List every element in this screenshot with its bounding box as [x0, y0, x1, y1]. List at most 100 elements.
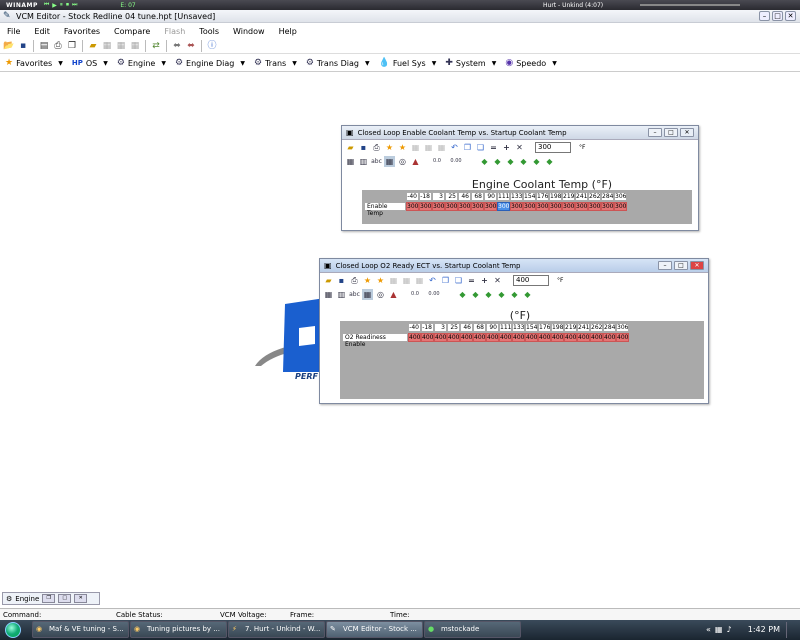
interpolate-v-icon[interactable]: ◆ — [483, 289, 494, 300]
menu-flash[interactable]: Flash — [157, 27, 192, 36]
table2-cell[interactable]: 400 — [486, 333, 499, 342]
mdi-engine-tab[interactable]: ⚙ Engine ❐ □ ✕ — [2, 592, 100, 605]
start-button[interactable] — [0, 620, 26, 640]
print-icon[interactable]: ⎙ — [349, 275, 360, 286]
table2-cell[interactable]: 400 — [603, 333, 616, 342]
open-icon[interactable]: ▰ — [345, 142, 356, 153]
save-icon[interactable]: ▪ — [358, 142, 369, 153]
interpolate-h-icon[interactable]: ◆ — [492, 156, 503, 167]
grid-icon[interactable]: ▦ — [101, 40, 113, 52]
grid-icon[interactable]: ▦ — [388, 275, 399, 286]
table2-cell[interactable]: 400 — [538, 333, 551, 342]
copy-icon[interactable]: ❐ — [462, 142, 473, 153]
table1-value-input[interactable]: 300 — [535, 141, 571, 153]
equals-icon[interactable]: = — [466, 275, 477, 286]
winamp-pause-icon[interactable]: ⏸ — [60, 1, 63, 9]
select-icon[interactable]: ◆ — [544, 156, 555, 167]
table1-cell[interactable]: 300 — [406, 202, 419, 211]
label-icon[interactable]: abc — [371, 156, 382, 167]
table1-cell[interactable]: 300 — [575, 202, 588, 211]
table2-cell[interactable]: 400 — [434, 333, 447, 342]
close-button[interactable]: ✕ — [785, 11, 796, 21]
task-maf-ve[interactable]: ◉ Maf & VE tuning - S... — [32, 621, 129, 638]
fill-icon[interactable]: ◆ — [509, 289, 520, 300]
table2-cell[interactable]: 400 — [499, 333, 512, 342]
table1-close-button[interactable]: ✕ — [680, 128, 694, 137]
table2-cell[interactable]: 400 — [590, 333, 603, 342]
table1-cell[interactable]: 300 — [549, 202, 562, 211]
interpolate-h-icon[interactable]: ◆ — [470, 289, 481, 300]
table1-cell[interactable]: 300 — [601, 202, 614, 211]
folder-icon[interactable]: ▰ — [87, 40, 99, 52]
fuel-sys-dropdown[interactable]: 💧 Fuel Sys ▼ — [379, 58, 437, 68]
grid-icon[interactable]: ▦ — [410, 142, 421, 153]
multiply-icon[interactable]: ✕ — [492, 275, 503, 286]
grid-view-icon[interactable]: ▦ — [384, 155, 395, 167]
table2-cell[interactable]: 400 — [525, 333, 538, 342]
label-icon[interactable]: abc — [349, 289, 360, 300]
task-winamp[interactable]: ⚡ 7. Hurt - Unkind - W... — [228, 621, 325, 638]
smooth-icon[interactable]: ◆ — [496, 289, 507, 300]
undo-icon[interactable]: ↶ — [449, 142, 460, 153]
decimal-increase-icon[interactable]: 0.00 — [447, 156, 465, 167]
winamp-prev-icon[interactable]: ⏮ — [44, 1, 49, 9]
show-desktop-button[interactable] — [786, 622, 796, 638]
table2-cell[interactable]: 400 — [421, 333, 434, 342]
table2-cell[interactable]: 400 — [460, 333, 473, 342]
fill-icon[interactable]: ◆ — [531, 156, 542, 167]
table2-maximize-button[interactable]: □ — [674, 261, 688, 270]
grid3-icon[interactable]: ▦ — [414, 275, 425, 286]
menu-window[interactable]: Window — [226, 27, 272, 36]
engine-dropdown[interactable]: ⚙ Engine ▼ — [117, 58, 166, 68]
restore-button[interactable]: ❐ — [42, 594, 56, 603]
table2-cell[interactable]: 400 — [473, 333, 486, 342]
menu-edit[interactable]: Edit — [27, 27, 57, 36]
3d-view-icon[interactable]: ◎ — [397, 156, 408, 167]
multiply-icon[interactable]: ✕ — [514, 142, 525, 153]
table2-cell[interactable]: 400 — [408, 333, 421, 342]
table1-cell[interactable]: 300 — [523, 202, 536, 211]
grid-view-icon[interactable]: ▦ — [362, 288, 373, 300]
table2-cell[interactable]: 400 — [564, 333, 577, 342]
system-dropdown[interactable]: ✚ System ▼ — [445, 58, 496, 68]
maximize-button[interactable]: □ — [58, 594, 72, 603]
table1-cell[interactable]: 300 — [458, 202, 471, 211]
table2-value-input[interactable]: 400 — [513, 274, 549, 286]
network-icon[interactable]: ▦ — [715, 625, 723, 634]
compare-icon[interactable]: ⇄ — [150, 40, 162, 52]
table1-cell[interactable]: 300 — [614, 202, 627, 211]
winamp-play-icon[interactable]: ▶ — [52, 2, 57, 9]
close-button[interactable]: ✕ — [74, 594, 88, 603]
select-icon[interactable]: ◆ — [522, 289, 533, 300]
table1-cell[interactable]: 300 — [536, 202, 549, 211]
table1-cell[interactable]: 300 — [562, 202, 575, 211]
engine-diag-dropdown[interactable]: ⚙ Engine Diag ▼ — [175, 58, 245, 68]
table1-minimize-button[interactable]: – — [648, 128, 662, 137]
table1-cell[interactable]: 300 — [497, 202, 510, 211]
task-tuning-pictures[interactable]: ◉ Tuning pictures by ... — [130, 621, 227, 638]
print-icon[interactable]: ⎙ — [371, 142, 382, 153]
plus-icon[interactable]: + — [501, 142, 512, 153]
table2-close-button[interactable]: ✕ — [690, 261, 704, 270]
write-icon[interactable]: ⬌ — [185, 40, 197, 52]
task-mstockade[interactable]: ● mstockade — [424, 621, 521, 638]
favorite-icon[interactable]: ★ — [397, 142, 408, 153]
graph-view-icon[interactable]: ▥ — [358, 156, 369, 167]
graph-view-icon[interactable]: ▥ — [336, 289, 347, 300]
favorite-add-icon[interactable]: ★ — [362, 275, 373, 286]
paste-icon[interactable]: ❏ — [475, 142, 486, 153]
favorite-icon[interactable]: ★ — [375, 275, 386, 286]
paste-icon[interactable]: ❏ — [453, 275, 464, 286]
winamp-stop-icon[interactable]: ⏹ — [66, 1, 69, 9]
menu-compare[interactable]: Compare — [107, 27, 157, 36]
open-icon[interactable]: ▰ — [323, 275, 334, 286]
copy-icon[interactable]: ❐ — [440, 275, 451, 286]
table1-cell[interactable]: 300 — [588, 202, 601, 211]
table1-maximize-button[interactable]: □ — [664, 128, 678, 137]
table2-cell[interactable]: 400 — [447, 333, 460, 342]
document-icon[interactable]: ▤ — [38, 40, 50, 52]
table1-cell[interactable]: 300 — [471, 202, 484, 211]
read-icon[interactable]: ⬌ — [171, 40, 183, 52]
table2-cell[interactable]: 400 — [616, 333, 629, 342]
clock[interactable]: 1:42 PM — [748, 625, 780, 634]
